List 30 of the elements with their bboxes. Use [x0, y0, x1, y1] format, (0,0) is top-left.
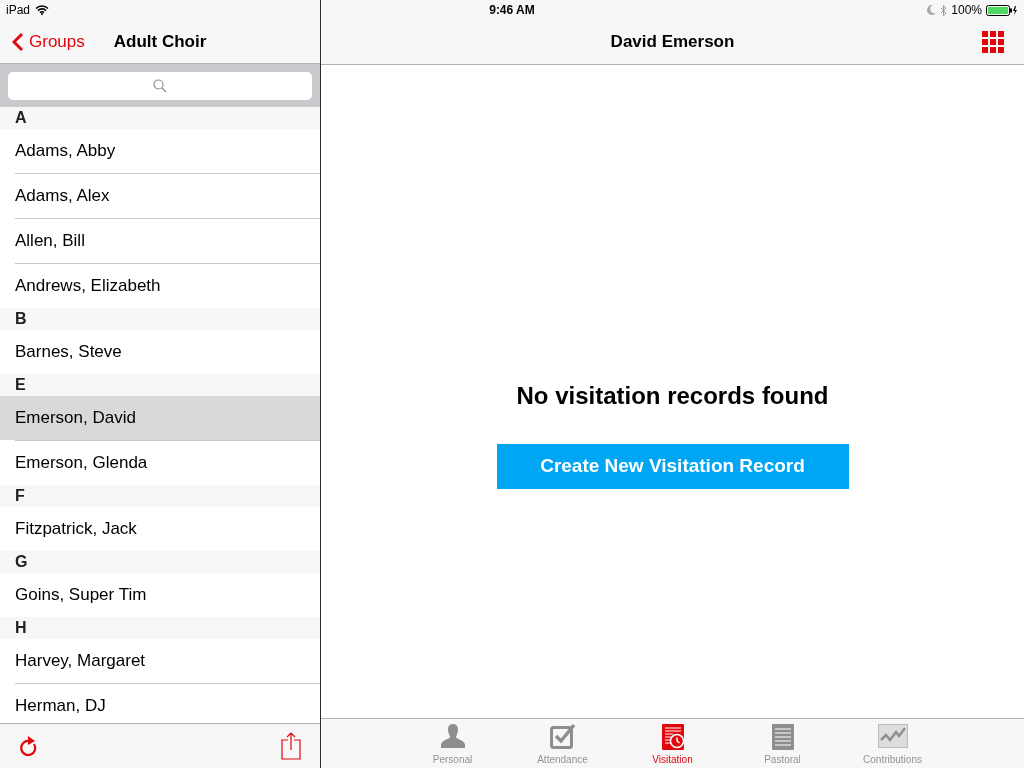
status-time: 9:46 AM [489, 2, 535, 19]
notepad-clock-icon [660, 722, 685, 750]
section-header: G [15, 552, 28, 572]
section-header: E [15, 375, 26, 395]
section-header: A [15, 108, 27, 128]
bluetooth-icon [940, 4, 948, 16]
device-name: iPad [6, 2, 31, 19]
search-icon [153, 78, 167, 93]
contact-row[interactable]: Emerson, David [0, 396, 320, 440]
back-button[interactable]: Groups [0, 28, 85, 55]
empty-message: No visitation records found [516, 381, 829, 411]
search-field[interactable] [8, 71, 312, 100]
wifi-icon [35, 5, 50, 15]
section-header: F [15, 486, 25, 506]
checkbox-icon [549, 723, 576, 749]
battery-percent: 100% [951, 2, 982, 19]
nav-title: Adult Choir [113, 30, 207, 53]
nav-title: David Emerson [610, 31, 735, 54]
notepad-icon [770, 722, 795, 750]
share-icon[interactable] [281, 732, 301, 760]
grid-menu-icon[interactable] [982, 31, 1004, 53]
refresh-icon[interactable] [19, 735, 39, 757]
battery-icon [986, 4, 1018, 16]
section-header: H [15, 618, 27, 638]
line-chart-icon [877, 724, 908, 748]
section-header: B [15, 309, 27, 329]
chevron-left-icon [12, 31, 24, 52]
tab[interactable]: Visitation [617, 719, 728, 768]
moon-icon [927, 5, 937, 15]
person-icon [439, 724, 466, 748]
